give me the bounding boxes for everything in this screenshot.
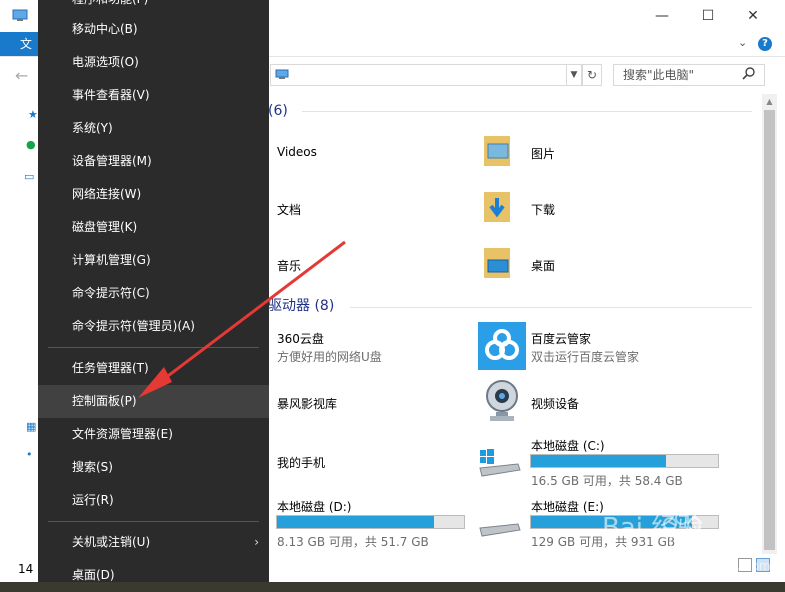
drive-c-usage-bar bbox=[530, 454, 719, 468]
menu-power-options[interactable]: 电源选项(O) bbox=[38, 46, 269, 79]
back-arrow-icon[interactable]: ← bbox=[15, 66, 28, 85]
menu-mobility-center[interactable]: 移动中心(B) bbox=[38, 13, 269, 46]
downloads-folder-icon[interactable] bbox=[484, 188, 510, 222]
network-nav-icon[interactable]: ▦ bbox=[26, 420, 36, 433]
menu-event-viewer[interactable]: 事件查看器(V) bbox=[38, 79, 269, 112]
device-360-cloud-label[interactable]: 360云盘 bbox=[277, 330, 324, 347]
scrollbar-thumb[interactable] bbox=[764, 110, 775, 550]
device-baidu-cloud-label[interactable]: 百度云管家 bbox=[531, 330, 591, 347]
menu-system[interactable]: 系统(Y) bbox=[38, 112, 269, 145]
device-video-label[interactable]: 视频设备 bbox=[531, 395, 579, 412]
folder-videos[interactable]: Videos bbox=[277, 145, 317, 159]
drive-d-label[interactable]: 本地磁盘 (D:) bbox=[277, 498, 351, 515]
minimize-button[interactable]: — bbox=[646, 4, 678, 28]
menu-disk-management[interactable]: 磁盘管理(K) bbox=[38, 211, 269, 244]
scroll-up-icon[interactable]: ▲ bbox=[762, 94, 777, 109]
large-icons-view-icon[interactable] bbox=[756, 558, 770, 572]
menu-separator bbox=[48, 347, 259, 348]
device-baofeng-label[interactable]: 暴风影视库 bbox=[277, 395, 337, 412]
device-my-phone-label[interactable]: 我的手机 bbox=[277, 454, 325, 471]
windows-drive-icon[interactable] bbox=[478, 446, 522, 478]
menu-network-connections[interactable]: 网络连接(W) bbox=[38, 178, 269, 211]
refresh-button[interactable]: ↻ bbox=[582, 64, 602, 86]
drive-e-usage-bar bbox=[530, 515, 719, 529]
drive-e-usage-fill bbox=[531, 516, 692, 528]
address-bar[interactable] bbox=[270, 64, 580, 86]
drive-d-usage-fill bbox=[277, 516, 435, 528]
divider bbox=[350, 307, 752, 308]
search-icon[interactable] bbox=[741, 66, 757, 82]
this-pc-nav-icon[interactable]: ▭ bbox=[24, 170, 34, 183]
details-view-icon[interactable] bbox=[738, 558, 752, 572]
chevron-right-icon: › bbox=[254, 535, 259, 549]
help-icon[interactable]: ? bbox=[758, 37, 772, 51]
ribbon-expand-icon[interactable]: ⌄ bbox=[738, 36, 747, 49]
menu-command-prompt[interactable]: 命令提示符(C) bbox=[38, 277, 269, 310]
drives-group-header[interactable]: 驱动器 (8) bbox=[268, 295, 334, 317]
menu-command-prompt-admin[interactable]: 命令提示符(管理员)(A) bbox=[38, 310, 269, 343]
folder-desktop[interactable]: 桌面 bbox=[531, 257, 555, 274]
drive-c-space: 16.5 GB 可用，共 58.4 GB bbox=[531, 474, 683, 488]
menu-computer-management[interactable]: 计算机管理(G) bbox=[38, 244, 269, 277]
item-count: 14 bbox=[18, 562, 34, 576]
maximize-button[interactable]: ☐ bbox=[692, 4, 724, 28]
menu-shutdown-label: 关机或注销(U) bbox=[72, 535, 151, 549]
power-user-menu: 程序和功能(F) 移动中心(B) 电源选项(O) 事件查看器(V) 系统(Y) … bbox=[38, 0, 269, 582]
menu-search[interactable]: 搜索(S) bbox=[38, 451, 269, 484]
menu-desktop[interactable]: 桌面(D) bbox=[38, 559, 269, 592]
menu-run[interactable]: 运行(R) bbox=[38, 484, 269, 517]
drive-e-label[interactable]: 本地磁盘 (E:) bbox=[531, 498, 604, 515]
device-360-cloud-sub: 方便好用的网络U盘 bbox=[277, 350, 382, 364]
drive-e-space: 129 GB 可用，共 931 GB bbox=[531, 535, 676, 549]
menu-shutdown-signout[interactable]: 关机或注销(U) › bbox=[38, 526, 269, 559]
homegroup-nav-icon[interactable]: • bbox=[26, 448, 33, 461]
close-button[interactable]: ✕ bbox=[737, 4, 769, 28]
onedrive-icon[interactable]: ● bbox=[26, 138, 36, 151]
drive-d-space: 8.13 GB 可用，共 51.7 GB bbox=[277, 535, 429, 549]
drive-c-label[interactable]: 本地磁盘 (C:) bbox=[531, 437, 605, 454]
vertical-scrollbar[interactable]: ▲ bbox=[762, 94, 777, 554]
drive-c-usage-fill bbox=[531, 455, 666, 467]
device-baidu-cloud-sub: 双击运行百度云管家 bbox=[531, 350, 640, 364]
file-tab[interactable]: 文件 bbox=[0, 32, 42, 75]
address-history-chevron-icon[interactable]: ▼ bbox=[566, 64, 582, 86]
menu-separator bbox=[48, 521, 259, 522]
folder-music[interactable]: 音乐 bbox=[277, 257, 301, 274]
folder-documents[interactable]: 文档 bbox=[277, 201, 301, 218]
navigation-pane: ★ ● ▭ ▦ • bbox=[0, 94, 40, 582]
menu-file-explorer[interactable]: 文件资源管理器(E) bbox=[38, 418, 269, 451]
quick-access-star-icon[interactable]: ★ bbox=[28, 108, 38, 121]
menu-task-manager[interactable]: 任务管理器(T) bbox=[38, 352, 269, 385]
this-pc-small-icon bbox=[275, 69, 289, 79]
baidu-cloud-icon[interactable] bbox=[478, 322, 526, 370]
content-area: (6) Videos 图片 文档 下载 音乐 桌面 驱动器 (8) 360云盘 … bbox=[268, 94, 762, 554]
drive-d-usage-bar bbox=[276, 515, 465, 529]
divider bbox=[302, 111, 752, 112]
pictures-folder-icon[interactable] bbox=[484, 132, 510, 166]
folder-pictures[interactable]: 图片 bbox=[531, 145, 555, 162]
desktop-folder-icon[interactable] bbox=[484, 244, 510, 278]
this-pc-icon bbox=[12, 9, 28, 21]
folder-downloads[interactable]: 下载 bbox=[531, 201, 555, 218]
menu-device-manager[interactable]: 设备管理器(M) bbox=[38, 145, 269, 178]
webcam-icon[interactable] bbox=[482, 378, 522, 424]
hard-drive-icon[interactable] bbox=[478, 514, 522, 538]
folders-group-header[interactable]: (6) bbox=[268, 100, 288, 122]
menu-control-panel[interactable]: 控制面板(P) bbox=[38, 385, 269, 418]
